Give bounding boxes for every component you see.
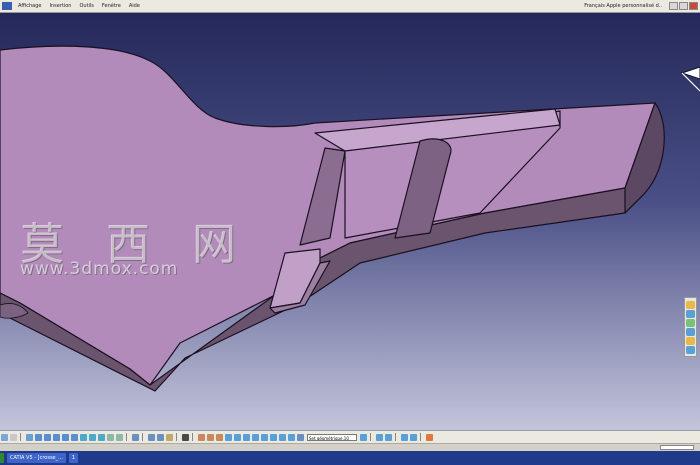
bottom-toolbar: Set géométrique.10: [0, 430, 700, 443]
toolbar-separator: [370, 433, 373, 441]
thickness-icon[interactable]: [270, 433, 277, 441]
pad-icon[interactable]: [686, 310, 695, 318]
keyboard-layout-label[interactable]: Français Apple personnalisé d..: [584, 0, 662, 12]
geometric-set-dropdown[interactable]: Set géométrique.10: [307, 433, 357, 441]
menu-bar: Affichage Insertion Outils Fenêtre Aide …: [0, 0, 700, 13]
menu-item-outils[interactable]: Outils: [79, 0, 93, 12]
hide-show-icon[interactable]: [107, 433, 114, 441]
window-close-icon[interactable]: [689, 2, 698, 10]
toolbar-separator: [142, 433, 145, 441]
zoom-in-icon[interactable]: [53, 433, 60, 441]
toolbar-separator: [20, 433, 23, 441]
window-maximize-icon[interactable]: [679, 2, 688, 10]
normal-view-icon[interactable]: [71, 433, 78, 441]
toolbar-separator: [126, 433, 129, 441]
mirror-icon[interactable]: [279, 433, 286, 441]
taskbar-item-2[interactable]: 1: [68, 453, 79, 463]
menu-item-insertion[interactable]: Insertion: [50, 0, 72, 12]
draft-icon[interactable]: [252, 433, 259, 441]
tools-icon[interactable]: [426, 433, 433, 441]
swap-visible-icon[interactable]: [116, 433, 123, 441]
hole-icon[interactable]: [686, 346, 695, 354]
update-icon[interactable]: [166, 433, 173, 441]
pocket-icon[interactable]: [686, 319, 695, 327]
plane-icon[interactable]: [198, 433, 205, 441]
join-icon[interactable]: [410, 433, 417, 441]
sketch-icon[interactable]: [686, 301, 695, 309]
axis-icon[interactable]: [297, 433, 304, 441]
iso-view-icon[interactable]: [89, 433, 96, 441]
fillet-icon[interactable]: [234, 433, 241, 441]
point-icon[interactable]: [207, 433, 214, 441]
measure-icon[interactable]: [148, 433, 155, 441]
shading-icon[interactable]: [98, 433, 105, 441]
menu-item-affichage[interactable]: Affichage: [18, 0, 42, 12]
pan-icon[interactable]: [35, 433, 42, 441]
chamfer-icon[interactable]: [243, 433, 250, 441]
apply-material-icon[interactable]: [157, 433, 164, 441]
boolean-icon[interactable]: [225, 433, 232, 441]
sweep-icon[interactable]: [385, 433, 392, 441]
extrude-icon[interactable]: [360, 433, 367, 441]
3d-viewport[interactable]: 莫 西 网 www.3dmox.com: [0, 13, 700, 430]
select-icon[interactable]: [1, 433, 8, 441]
toolbar-separator: [420, 433, 423, 441]
menu-item-fenetre[interactable]: Fenêtre: [102, 0, 121, 12]
side-toolbar: [684, 297, 697, 357]
window-minimize-icon[interactable]: [669, 2, 678, 10]
toolbar-separator: [395, 433, 398, 441]
zoom-out-icon[interactable]: [62, 433, 69, 441]
toolbar-separator: [192, 433, 195, 441]
taskbar: CATIA V5 - [crosse_... 1: [0, 451, 700, 465]
help-icon[interactable]: [10, 433, 17, 441]
snapshot-icon[interactable]: [182, 433, 189, 441]
app-icon: [2, 2, 12, 10]
multi-view-icon[interactable]: [80, 433, 87, 441]
command-input[interactable]: [660, 445, 694, 450]
window-controls: [669, 2, 698, 10]
revolve-icon[interactable]: [376, 433, 383, 441]
toolbar-separator: [176, 433, 179, 441]
shell-icon[interactable]: [261, 433, 268, 441]
fit-all-icon[interactable]: [26, 433, 33, 441]
groove-icon[interactable]: [686, 337, 695, 345]
split-icon[interactable]: [401, 433, 408, 441]
shaft-icon[interactable]: [686, 328, 695, 336]
line-icon[interactable]: [216, 433, 223, 441]
start-button[interactable]: [0, 453, 4, 463]
menu-item-aide[interactable]: Aide: [129, 0, 140, 12]
taskbar-item-catia[interactable]: CATIA V5 - [crosse_...: [7, 453, 66, 463]
watermark-url: www.3dmox.com: [20, 259, 179, 279]
pattern-icon[interactable]: [288, 433, 295, 441]
rotate-icon[interactable]: [44, 433, 51, 441]
sketcher-icon[interactable]: [132, 433, 139, 441]
status-bar: [0, 443, 700, 451]
